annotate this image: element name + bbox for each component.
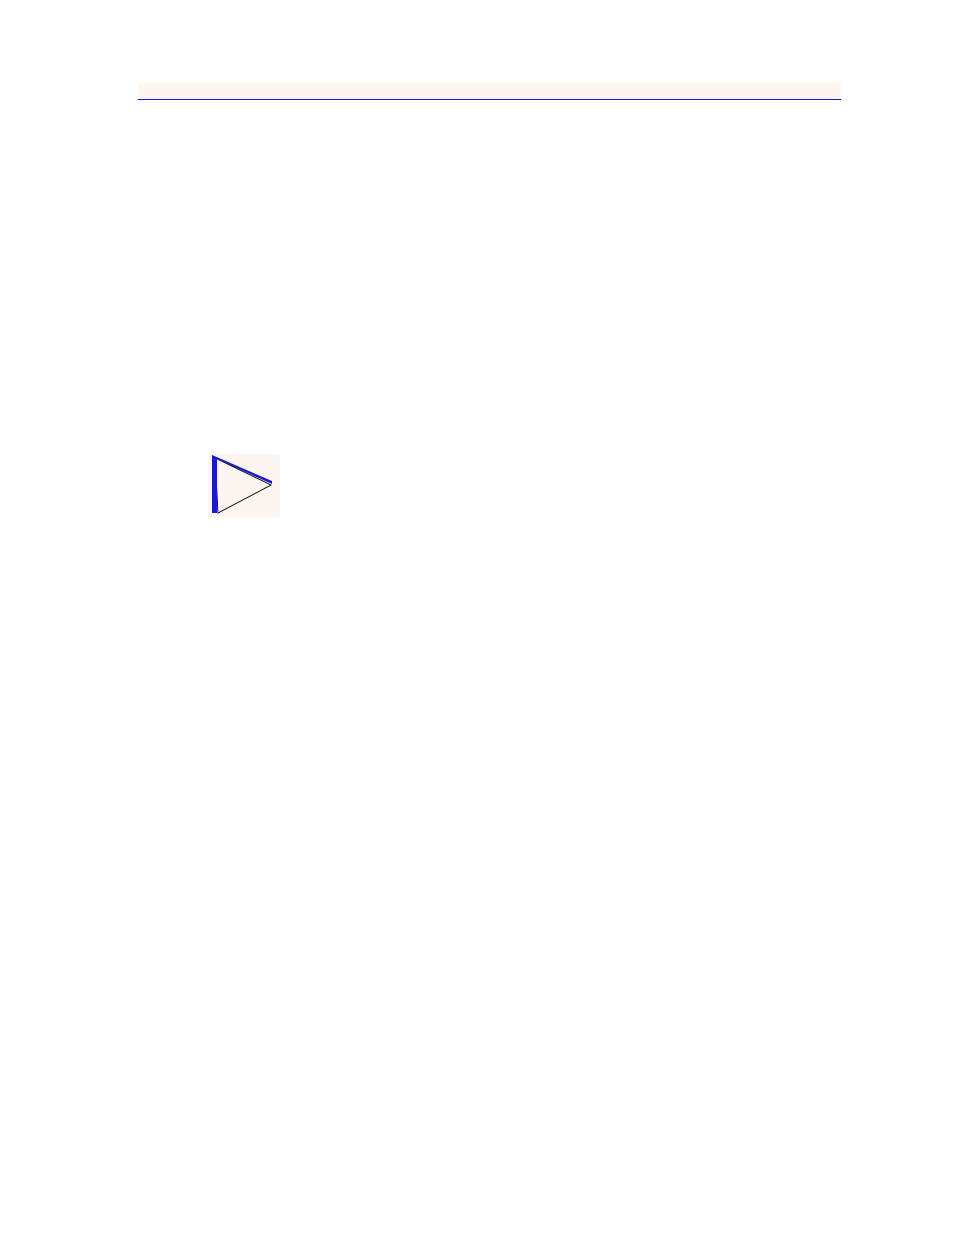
note-triangle-icon [208, 454, 280, 517]
page-content [138, 83, 841, 100]
header-band [138, 83, 841, 100]
